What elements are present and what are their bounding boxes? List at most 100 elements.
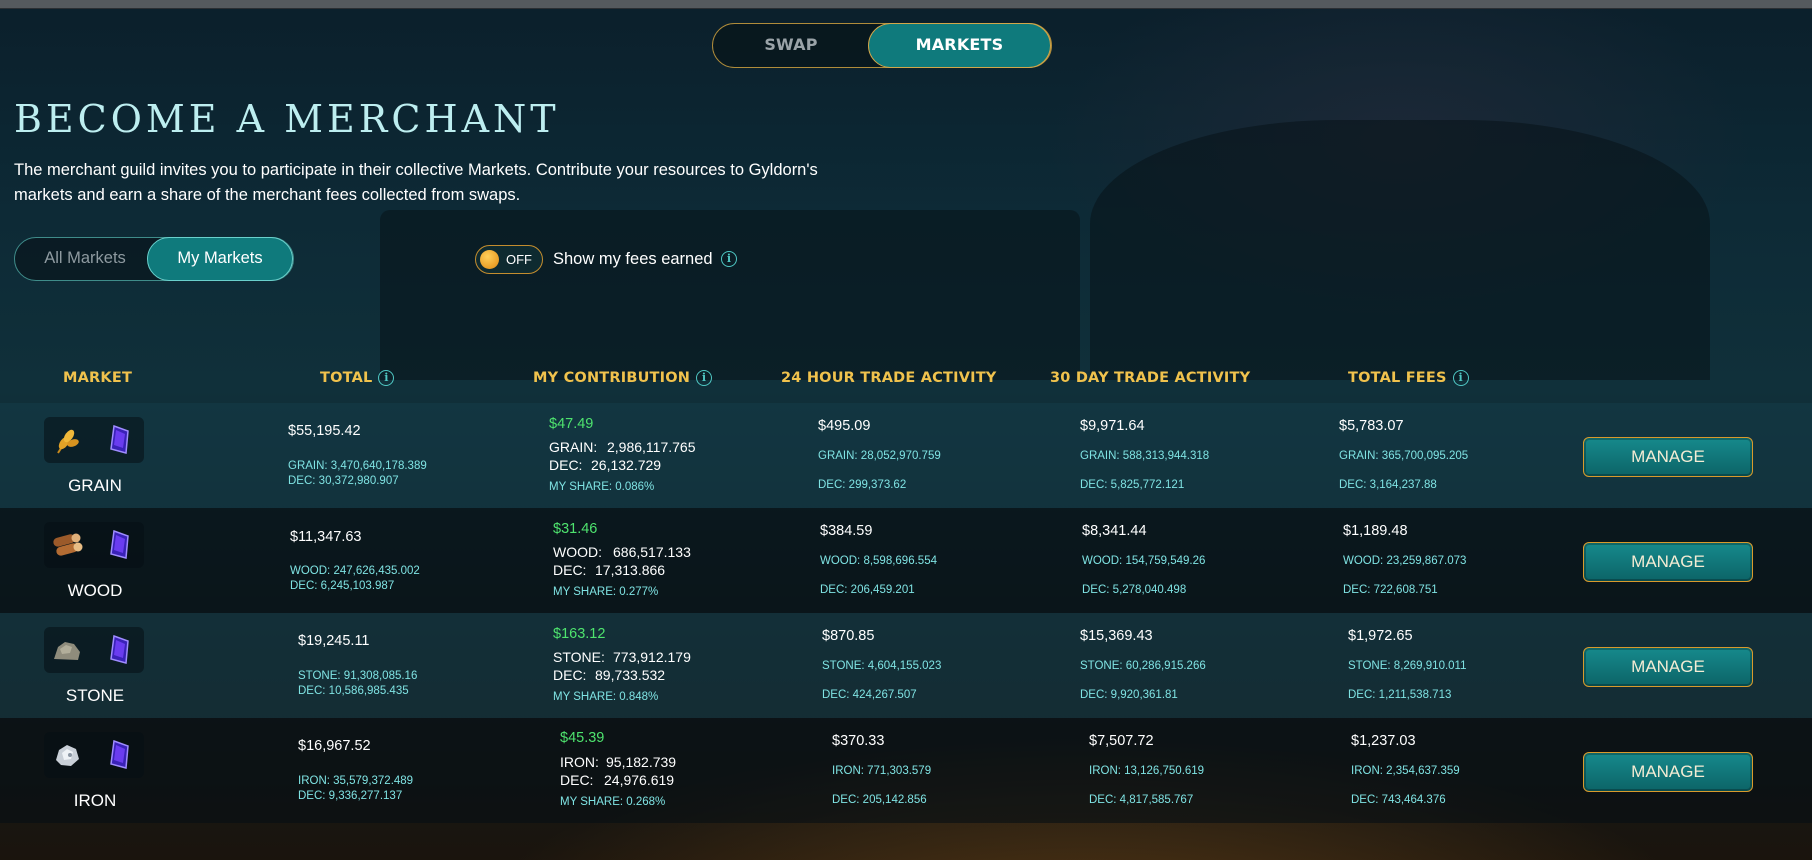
- month-dec: DEC: 9,920,361.81: [1080, 689, 1178, 701]
- contribution-usd: $31.46: [553, 521, 598, 537]
- contribution-dec: DEC: 17,313.866: [553, 562, 665, 578]
- contribution-resource-value: 2,986,117.765: [607, 439, 696, 455]
- iron-icon: [56, 745, 79, 766]
- fees-dec: DEC: 3,164,237.88: [1339, 479, 1437, 491]
- contribution-dec-value: 26,132.729: [591, 457, 662, 473]
- market-icons: [44, 417, 144, 463]
- day-resource: IRON: 771,303.579: [832, 765, 932, 777]
- manage-button[interactable]: MANAGE: [1583, 752, 1753, 792]
- day-resource: GRAIN: 28,052,970.759: [818, 450, 941, 462]
- month-resource: GRAIN: 588,313,944.318: [1080, 450, 1210, 462]
- fees-usd: $5,783.07: [1339, 418, 1404, 434]
- total-dec: DEC: 9,336,277.137: [298, 790, 403, 802]
- total-resource: GRAIN: 3,470,640,178.389: [288, 460, 427, 472]
- month-resource: IRON: 13,126,750.619: [1089, 765, 1205, 777]
- browser-top-strip: [0, 0, 1812, 9]
- header-24h-activity: 24 HOUR TRADE ACTIVITY: [781, 370, 997, 386]
- contribution-dec-value: 17,313.866: [595, 562, 666, 578]
- market-filter: All Markets My Markets: [14, 236, 294, 281]
- market-icons: [44, 732, 144, 778]
- day-resource: STONE: 4,604,155.023: [822, 660, 942, 672]
- toggle-knob: [480, 250, 499, 269]
- market-name: STONE: [65, 686, 125, 705]
- fees-resource: WOOD: 23,259,867.073: [1343, 555, 1467, 567]
- contribution-usd: $163.12: [553, 626, 606, 642]
- month-usd: $8,341.44: [1082, 523, 1147, 539]
- header-30d-activity: 30 DAY TRADE ACTIVITY: [1050, 370, 1251, 386]
- manage-button[interactable]: MANAGE: [1583, 437, 1753, 477]
- market-name: GRAIN: [68, 476, 122, 495]
- total-dec: DEC: 6,245,103.987: [290, 580, 395, 592]
- toggle-state-label: OFF: [506, 252, 532, 267]
- header-fees-label: TOTAL FEES: [1348, 370, 1447, 386]
- contribution-usd: $47.49: [549, 416, 594, 432]
- contribution-usd: $45.39: [560, 730, 605, 746]
- contribution-dec-key: DEC:: [553, 667, 587, 683]
- fees-usd: $1,237.03: [1351, 733, 1416, 749]
- dec-crystal-icon: [110, 529, 129, 559]
- contribution-dec-key: DEC:: [560, 772, 594, 788]
- header-total-fees: TOTAL FEES i: [1348, 370, 1469, 386]
- dec-crystal-icon: [110, 424, 129, 454]
- dec-crystal-icon: [110, 739, 129, 769]
- day-dec: DEC: 299,373.62: [818, 479, 907, 491]
- day-usd: $384.59: [820, 523, 873, 539]
- total-usd: $55,195.42: [288, 423, 361, 439]
- contribution-dec-value: 24,976.619: [604, 772, 675, 788]
- page-title: BECOME A MERCHANT: [14, 97, 560, 141]
- stone-icon: [54, 642, 80, 660]
- month-dec: DEC: 5,825,772.121: [1080, 479, 1185, 491]
- my-share: MY SHARE: 0.848%: [553, 691, 659, 703]
- total-resource: STONE: 91,308,085.16: [298, 670, 418, 682]
- table-row: IRON $16,967.52 IRON: 35,579,372.489 DEC…: [0, 718, 1812, 823]
- info-icon[interactable]: i: [696, 370, 713, 386]
- contribution-resource: GRAIN: 2,986,117.765: [549, 439, 696, 455]
- total-usd: $11,347.63: [290, 529, 362, 545]
- total-usd: $16,967.52: [298, 738, 371, 754]
- fees-toggle-label: Show my fees earned: [553, 250, 713, 268]
- fees-usd: $1,972.65: [1348, 628, 1413, 644]
- fees-earned-toggle[interactable]: OFF: [475, 245, 543, 274]
- contribution-dec-key: DEC:: [553, 562, 587, 578]
- filter-all-markets[interactable]: All Markets: [15, 238, 155, 279]
- day-usd: $370.33: [832, 733, 885, 749]
- total-usd: $19,245.11: [298, 633, 370, 649]
- filter-my-markets[interactable]: My Markets: [147, 236, 293, 281]
- my-share: MY SHARE: 0.086%: [549, 481, 655, 493]
- tab-markets[interactable]: MARKETS: [868, 22, 1051, 68]
- contribution-dec: DEC: 24,976.619: [560, 772, 674, 788]
- tab-swap[interactable]: SWAP: [713, 24, 869, 66]
- info-icon[interactable]: i: [721, 251, 737, 267]
- fees-dec: DEC: 743,464.376: [1351, 794, 1446, 806]
- info-icon[interactable]: i: [378, 370, 395, 386]
- contribution-resource-key: IRON:: [560, 754, 599, 770]
- fees-dec: DEC: 722,608.751: [1343, 584, 1438, 596]
- table-row: STONE $19,245.11 STONE: 91,308,085.16 DE…: [0, 613, 1812, 718]
- total-resource: IRON: 35,579,372.489: [298, 775, 414, 787]
- month-dec: DEC: 4,817,585.767: [1089, 794, 1194, 806]
- town-silhouette: [1090, 120, 1710, 380]
- month-usd: $9,971.64: [1080, 418, 1145, 434]
- fees-resource: STONE: 8,269,910.011: [1348, 660, 1467, 672]
- fees-resource: GRAIN: 365,700,095.205: [1339, 450, 1469, 462]
- month-usd: $7,507.72: [1089, 733, 1154, 749]
- contribution-resource: WOOD: 686,517.133: [553, 544, 691, 560]
- table-header: MARKET TOTAL i MY CONTRIBUTION i 24 HOUR T…: [0, 370, 1812, 402]
- market-icons: [44, 627, 144, 673]
- contribution-dec-key: DEC:: [549, 457, 583, 473]
- info-icon[interactable]: i: [1452, 370, 1469, 386]
- month-resource: WOOD: 154,759,549.26: [1082, 555, 1206, 567]
- day-resource: WOOD: 8,598,696.554: [820, 555, 937, 567]
- month-dec: DEC: 5,278,040.498: [1082, 584, 1187, 596]
- day-dec: DEC: 205,142.856: [832, 794, 927, 806]
- market-stall-silhouette: [380, 210, 1080, 380]
- manage-button[interactable]: MANAGE: [1583, 647, 1753, 687]
- manage-button[interactable]: MANAGE: [1583, 542, 1753, 582]
- header-contribution: MY CONTRIBUTION i: [533, 370, 713, 386]
- contribution-resource-key: WOOD:: [553, 544, 602, 560]
- table-row: WOOD $11,347.63 WOOD: 247,626,435.002 DE…: [0, 508, 1812, 613]
- contribution-dec-value: 89,733.532: [595, 667, 666, 683]
- contribution-resource: STONE: 773,912.179: [553, 649, 691, 665]
- month-resource: STONE: 60,286,915.266: [1080, 660, 1206, 672]
- day-dec: DEC: 424,267.507: [822, 689, 917, 701]
